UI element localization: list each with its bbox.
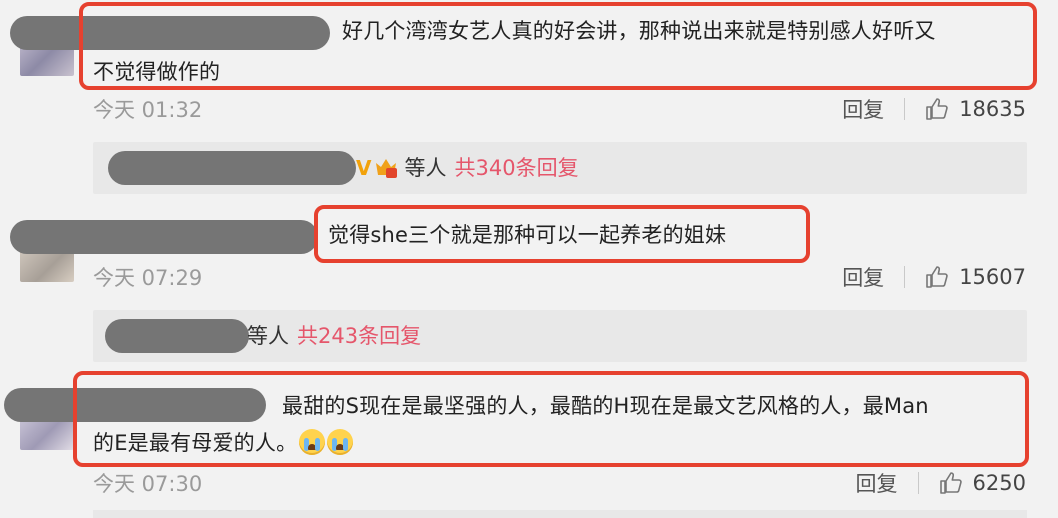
like-count: 6250 — [972, 471, 1026, 495]
thumbs-up-icon — [939, 472, 962, 494]
reply-button[interactable]: 回复 — [856, 468, 898, 498]
reply-summary-bar[interactable]: V 等人 共340条回复 — [93, 142, 1027, 194]
divider — [917, 472, 919, 494]
reply-summary-bar[interactable]: 等人 共243条回复 — [93, 310, 1027, 362]
like-count: 15607 — [959, 265, 1026, 289]
reply-count-link[interactable]: 共340条回复 — [454, 156, 578, 180]
avatar[interactable] — [20, 418, 74, 450]
highlight-box — [79, 2, 1037, 90]
comment-time: 今天 01:32 — [93, 98, 203, 122]
divider — [904, 98, 906, 120]
comment-time: 今天 07:29 — [93, 266, 203, 290]
reply-summary: 等人 共243条回复 — [247, 319, 421, 353]
comment-time: 今天 07:30 — [93, 472, 203, 496]
comment-actions: 回复 6250 — [856, 468, 1026, 498]
reply-users-suffix: 等人 — [404, 156, 447, 180]
crown-badge-icon — [376, 159, 398, 178]
thumbs-up-icon — [926, 266, 948, 288]
like-button[interactable]: 18635 — [925, 97, 1026, 121]
highlight-box — [73, 371, 1029, 467]
like-count: 18635 — [959, 97, 1026, 121]
like-button[interactable]: 6250 — [939, 471, 1026, 495]
divider — [904, 266, 906, 288]
verified-v-icon: V — [356, 156, 372, 180]
thumbs-up-icon — [926, 98, 948, 120]
reply-button[interactable]: 回复 — [842, 262, 884, 292]
avatar[interactable] — [20, 250, 74, 282]
comment-actions: 回复 15607 — [842, 262, 1026, 292]
redacted-username — [108, 151, 356, 185]
redacted-username — [10, 220, 318, 254]
reply-summary-bar-partial — [93, 510, 1027, 518]
reply-count-link[interactable]: 共243条回复 — [297, 324, 421, 348]
reply-button[interactable]: 回复 — [842, 94, 884, 124]
comment-actions: 回复 18635 — [842, 94, 1026, 124]
reply-users-suffix: 等人 — [247, 324, 289, 348]
like-button[interactable]: 15607 — [925, 265, 1026, 289]
redacted-username — [105, 319, 249, 353]
reply-summary: V 等人 共340条回复 — [356, 151, 579, 185]
highlight-box — [314, 205, 810, 263]
